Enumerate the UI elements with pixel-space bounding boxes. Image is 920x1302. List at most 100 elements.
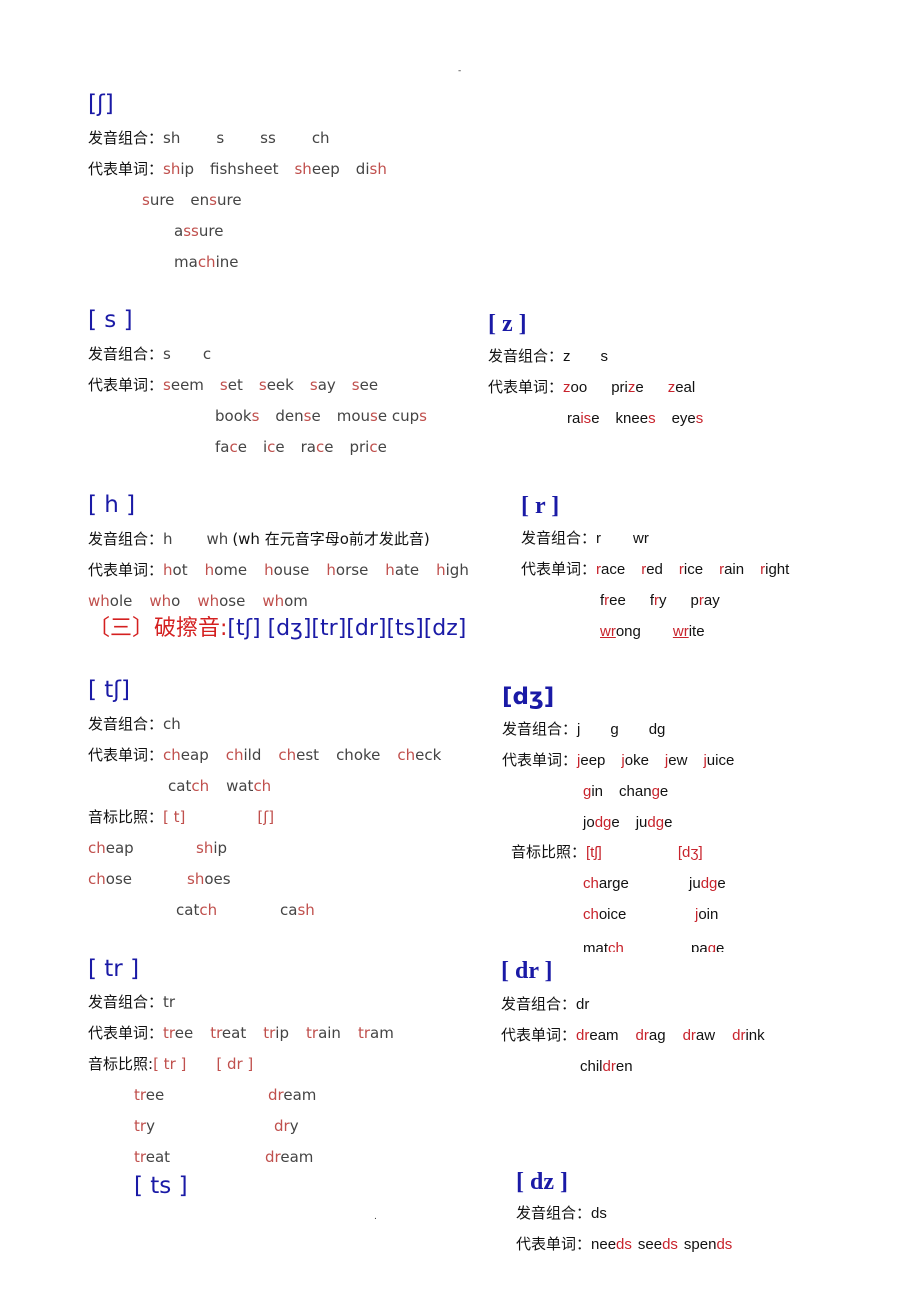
highlighted-letters: tr xyxy=(134,1117,147,1135)
letters: ole xyxy=(109,592,133,610)
highlighted-letters: z xyxy=(563,379,571,396)
highlighted-letters: c xyxy=(229,438,238,456)
word: charge xyxy=(583,873,689,895)
word: set xyxy=(220,374,243,396)
letters: fishsheet xyxy=(210,160,279,178)
letters: ee xyxy=(174,1024,194,1042)
letters: ild xyxy=(243,746,262,764)
word: cash xyxy=(280,899,315,921)
highlighted-letters: ch xyxy=(583,875,599,892)
combo-line-r: 发音组合： r wr xyxy=(521,528,649,550)
word: right xyxy=(760,559,789,581)
word: check xyxy=(397,744,441,766)
letters: et xyxy=(227,376,243,394)
phonetic-symbol-dz: [ dz ] xyxy=(516,1169,568,1195)
combo-line-dzh: 发音组合： j g dg xyxy=(502,719,665,741)
letters: ca xyxy=(280,901,298,919)
letters: pa xyxy=(691,940,708,952)
letters: wat xyxy=(226,777,254,795)
word: drag xyxy=(636,1025,666,1047)
highlighted-letters: tr xyxy=(163,1024,175,1042)
words-label: 代表单词： xyxy=(521,561,597,578)
letters: eep xyxy=(311,160,340,178)
highlighted-letters: s xyxy=(648,410,656,427)
letters: e xyxy=(717,875,726,892)
letters: ink xyxy=(745,1027,765,1044)
word: seek xyxy=(259,374,294,396)
highlighted-letters: [ tr ] xyxy=(153,1055,187,1073)
combo-label: 发音组合： xyxy=(501,996,577,1013)
highlighted-letters: dr xyxy=(682,1027,696,1044)
letters: chan xyxy=(619,783,652,800)
page-mark-bottom: . xyxy=(374,1212,377,1222)
word: catch xyxy=(176,899,280,921)
word: s xyxy=(163,343,171,365)
highlighted-letters: tr xyxy=(306,1024,319,1042)
letters: r xyxy=(596,530,602,547)
letters: ju xyxy=(689,875,701,892)
highlighted-letters: wr xyxy=(600,623,616,640)
letters: ip xyxy=(180,160,195,178)
word: ch xyxy=(163,713,181,735)
letters: mou xyxy=(336,407,371,425)
letters: ma xyxy=(174,253,198,271)
letters: dr xyxy=(576,996,590,1013)
letters: book xyxy=(215,407,252,425)
letters: ot xyxy=(172,561,188,579)
word: jodge xyxy=(583,812,620,834)
words-line-dzh-2: gin change xyxy=(583,781,668,803)
highlighted-letters: h xyxy=(264,561,274,579)
letters: eam xyxy=(283,1086,317,1104)
highlighted-letters: h xyxy=(163,561,173,579)
letters: e xyxy=(311,407,321,425)
word: judge xyxy=(689,873,726,895)
letters: ra xyxy=(300,438,316,456)
word: watch xyxy=(226,775,271,797)
word: sure xyxy=(142,189,174,211)
highlighted-letters: [ dr ] xyxy=(216,1055,254,1073)
word: machine xyxy=(174,251,238,273)
letters: am xyxy=(370,1024,394,1042)
words-line-sh-2: sure ensure xyxy=(142,189,242,211)
words-line-tsh-2: catch watch xyxy=(168,775,271,797)
letters: e xyxy=(664,814,673,831)
letters: e xyxy=(659,783,669,800)
word: see xyxy=(352,374,378,396)
letters: z xyxy=(563,348,571,365)
highlighted-letters: ds xyxy=(716,1236,733,1253)
word: draw xyxy=(683,1025,716,1047)
highlighted-letters: h xyxy=(204,561,215,579)
phonetic-symbol-r: [ r ] xyxy=(521,493,560,519)
combo-line-z: 发音组合： z s xyxy=(488,346,608,368)
highlighted-letters: dg xyxy=(700,875,718,892)
word: say xyxy=(310,374,336,396)
highlighted-letters: s xyxy=(163,376,171,394)
combo-label: 发音组合： xyxy=(516,1205,592,1222)
word: assure xyxy=(174,220,223,242)
letters: aw xyxy=(695,1027,716,1044)
letters: eep xyxy=(580,752,606,769)
word: ship xyxy=(163,158,194,180)
highlighted-letters: sh xyxy=(294,160,312,178)
letters: s xyxy=(600,348,609,365)
highlighted-letters: ch xyxy=(163,746,181,764)
word: whole xyxy=(88,590,132,612)
highlighted-letters: wh xyxy=(262,592,285,610)
words-line-sh-4: machine xyxy=(174,251,238,273)
letters: eap xyxy=(105,839,134,857)
letters: igh xyxy=(445,561,469,579)
letters: oo xyxy=(570,379,588,396)
highlighted-letters: h xyxy=(326,561,336,579)
letters: spen xyxy=(683,1236,717,1253)
combo-label: 发音组合： xyxy=(88,715,164,733)
word: trip xyxy=(263,1022,289,1044)
word: jew xyxy=(665,750,688,772)
letters: ju xyxy=(635,814,648,831)
letters: arge xyxy=(598,875,629,892)
words-label: 代表单词： xyxy=(516,1236,592,1253)
word: ice xyxy=(263,436,285,458)
word: whom xyxy=(262,590,308,612)
word: zoo xyxy=(563,377,587,399)
highlighted-letters: s xyxy=(419,407,427,425)
word: match xyxy=(583,938,691,952)
